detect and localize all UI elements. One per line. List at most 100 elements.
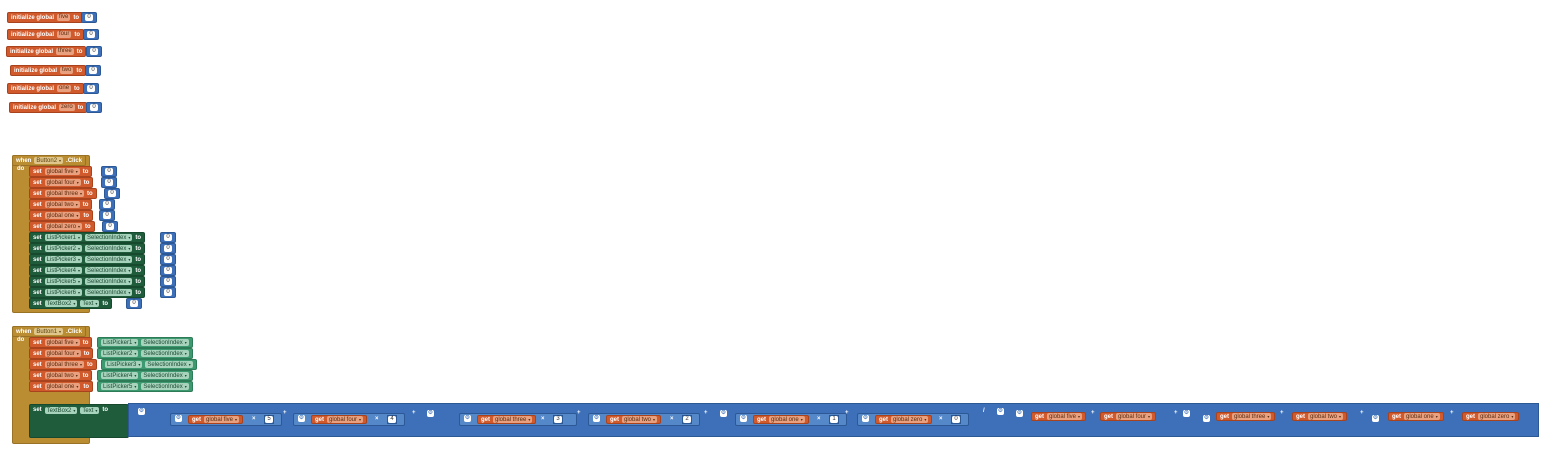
property-dropdown[interactable]: SelectionIndex ▾ xyxy=(85,234,133,241)
number-block[interactable]: 0 xyxy=(102,221,118,232)
variable-dropdown[interactable]: global two ▾ xyxy=(622,416,658,423)
listpicker-selectionindex-getter[interactable]: ListPicker4 ▾ SelectionIndex ▾ xyxy=(97,370,193,381)
listpicker-selectionindex-getter[interactable]: ListPicker1 ▾ SelectionIndex ▾ xyxy=(97,337,193,348)
number-value[interactable]: 0 xyxy=(164,256,172,263)
set-global-block[interactable]: set global one ▾ to xyxy=(29,381,94,392)
property-dropdown[interactable]: SelectionIndex ▾ xyxy=(141,383,189,390)
variable-dropdown[interactable]: global four ▾ xyxy=(44,350,81,357)
number-block[interactable]: 0 xyxy=(83,29,99,40)
set-global-block[interactable]: set global three ▾ to xyxy=(29,188,97,199)
variable-dropdown[interactable]: global three ▾ xyxy=(1232,413,1272,420)
component-dropdown[interactable]: ListPicker2 ▾ xyxy=(44,245,83,252)
get-variable-block[interactable]: get global zero ▾ xyxy=(1462,412,1520,421)
number-block[interactable]: 0 xyxy=(99,199,115,210)
variable-dropdown[interactable]: global five ▾ xyxy=(1047,413,1083,420)
component-dropdown[interactable]: ListPicker3 ▾ xyxy=(105,361,143,368)
component-dropdown[interactable]: ListPicker4 ▾ xyxy=(44,267,83,274)
event-header-button2[interactable]: when Button2 ▾ .Click xyxy=(12,155,87,166)
number-value[interactable]: 0 xyxy=(164,278,172,285)
global-init-zero[interactable]: initialize global zero to xyxy=(9,102,88,113)
number-block[interactable]: 0 xyxy=(83,83,99,94)
number-block[interactable]: 0 xyxy=(160,276,176,287)
variable-dropdown[interactable]: global five ▾ xyxy=(44,339,80,346)
global-name-field[interactable]: four xyxy=(57,31,72,38)
variable-dropdown[interactable]: global zero ▾ xyxy=(44,223,83,230)
property-dropdown[interactable]: SelectionIndex ▾ xyxy=(85,245,133,252)
property-dropdown[interactable]: SelectionIndex ▾ xyxy=(141,350,189,357)
number-block[interactable]: 1 xyxy=(829,415,839,424)
global-name-field[interactable]: zero xyxy=(59,104,75,111)
number-value[interactable]: 0 xyxy=(164,267,172,274)
number-block[interactable]: 0 xyxy=(101,177,117,188)
number-block[interactable]: 0 xyxy=(86,46,102,57)
number-value[interactable]: 0 xyxy=(89,67,97,74)
number-value[interactable]: 0 xyxy=(90,104,98,111)
global-init-four[interactable]: initialize global four to xyxy=(7,29,85,40)
gear-icon[interactable]: ⚙ xyxy=(1183,410,1190,417)
get-variable-block[interactable]: get global two ▾ xyxy=(1292,412,1348,421)
set-listpicker-selectionindex[interactable]: set ListPicker6 ▾ SelectionIndex ▾ to xyxy=(29,287,146,298)
component-dropdown[interactable]: Button2 ▾ xyxy=(34,157,64,164)
global-name-field[interactable]: three xyxy=(56,48,74,55)
number-value[interactable]: 0 xyxy=(130,300,138,307)
number-value[interactable]: 0 xyxy=(87,31,95,38)
component-dropdown[interactable]: TextBox2 ▾ xyxy=(44,300,78,307)
number-value[interactable]: 0 xyxy=(164,245,172,252)
number-block[interactable]: 0 xyxy=(85,65,101,76)
set-listpicker-selectionindex[interactable]: set ListPicker3 ▾ SelectionIndex ▾ to xyxy=(29,254,146,265)
number-value[interactable]: 1 xyxy=(830,416,838,423)
get-variable-block[interactable]: get global five ▾ xyxy=(188,415,244,424)
number-block[interactable]: 4 xyxy=(387,415,397,424)
number-block[interactable]: 0 xyxy=(160,265,176,276)
number-block[interactable]: 3 xyxy=(553,415,563,424)
gear-icon[interactable]: ⚙ xyxy=(862,415,869,422)
number-value[interactable]: 0 xyxy=(85,14,93,21)
set-textbox2-text[interactable]: set TextBox2 ▾ Text ▾ to xyxy=(29,298,113,309)
property-dropdown[interactable]: SelectionIndex ▾ xyxy=(145,361,193,368)
get-variable-block[interactable]: get global four ▾ xyxy=(311,415,368,424)
property-dropdown[interactable]: SelectionIndex ▾ xyxy=(141,339,189,346)
set-listpicker-selectionindex[interactable]: set ListPicker4 ▾ SelectionIndex ▾ to xyxy=(29,265,146,276)
variable-dropdown[interactable]: global four ▾ xyxy=(44,179,81,186)
variable-dropdown[interactable]: global two ▾ xyxy=(44,372,80,379)
gear-icon[interactable]: ⚙ xyxy=(138,408,145,415)
number-value[interactable]: 0 xyxy=(105,179,113,186)
gear-icon[interactable]: ⚙ xyxy=(464,415,471,422)
property-dropdown[interactable]: SelectionIndex ▾ xyxy=(85,256,133,263)
number-block[interactable]: 0 xyxy=(101,166,117,177)
variable-dropdown[interactable]: global two ▾ xyxy=(44,201,80,208)
number-block[interactable]: 2 xyxy=(682,415,692,424)
set-global-block[interactable]: set global four ▾ to xyxy=(29,177,94,188)
variable-dropdown[interactable]: global zero ▾ xyxy=(1478,413,1516,420)
component-dropdown[interactable]: ListPicker2 ▾ xyxy=(101,350,139,357)
number-value[interactable]: 0 xyxy=(103,212,111,219)
property-dropdown[interactable]: SelectionIndex ▾ xyxy=(85,289,133,296)
variable-dropdown[interactable]: global four ▾ xyxy=(327,416,364,423)
listpicker-selectionindex-getter[interactable]: ListPicker3 ▾ SelectionIndex ▾ xyxy=(101,359,197,370)
set-listpicker-selectionindex[interactable]: set ListPicker5 ▾ SelectionIndex ▾ to xyxy=(29,276,146,287)
number-value[interactable]: 0 xyxy=(105,168,113,175)
component-dropdown[interactable]: ListPicker6 ▾ xyxy=(44,289,83,296)
variable-dropdown[interactable]: global five ▾ xyxy=(204,416,240,423)
gear-icon[interactable]: ⚙ xyxy=(175,415,182,422)
property-dropdown[interactable]: SelectionIndex ▾ xyxy=(85,267,133,274)
number-block[interactable]: 0 xyxy=(951,415,961,424)
set-textbox2-text-expression[interactable]: set TextBox2 ▾ Text ▾ to xyxy=(29,404,129,438)
number-value[interactable]: 3 xyxy=(554,416,562,423)
set-listpicker-selectionindex[interactable]: set ListPicker1 ▾ SelectionIndex ▾ to xyxy=(29,232,146,243)
gear-icon[interactable]: ⚙ xyxy=(720,410,727,417)
variable-dropdown[interactable]: global three ▾ xyxy=(44,190,85,197)
number-value[interactable]: 0 xyxy=(164,289,172,296)
global-name-field[interactable]: one xyxy=(57,85,72,92)
global-init-five[interactable]: initialize global five to xyxy=(7,12,84,23)
global-name-field[interactable]: two xyxy=(60,67,74,74)
number-value[interactable]: 0 xyxy=(90,48,98,55)
set-global-block[interactable]: set global five ▾ to xyxy=(29,166,93,177)
global-init-one[interactable]: initialize global one to xyxy=(7,83,84,94)
property-dropdown[interactable]: SelectionIndex ▾ xyxy=(141,372,189,379)
variable-dropdown[interactable]: global one ▾ xyxy=(44,383,81,390)
number-block[interactable]: 0 xyxy=(126,298,142,309)
component-dropdown[interactable]: Button1 ▾ xyxy=(34,328,64,335)
number-block[interactable]: 0 xyxy=(160,243,176,254)
listpicker-selectionindex-getter[interactable]: ListPicker2 ▾ SelectionIndex ▾ xyxy=(97,348,193,359)
